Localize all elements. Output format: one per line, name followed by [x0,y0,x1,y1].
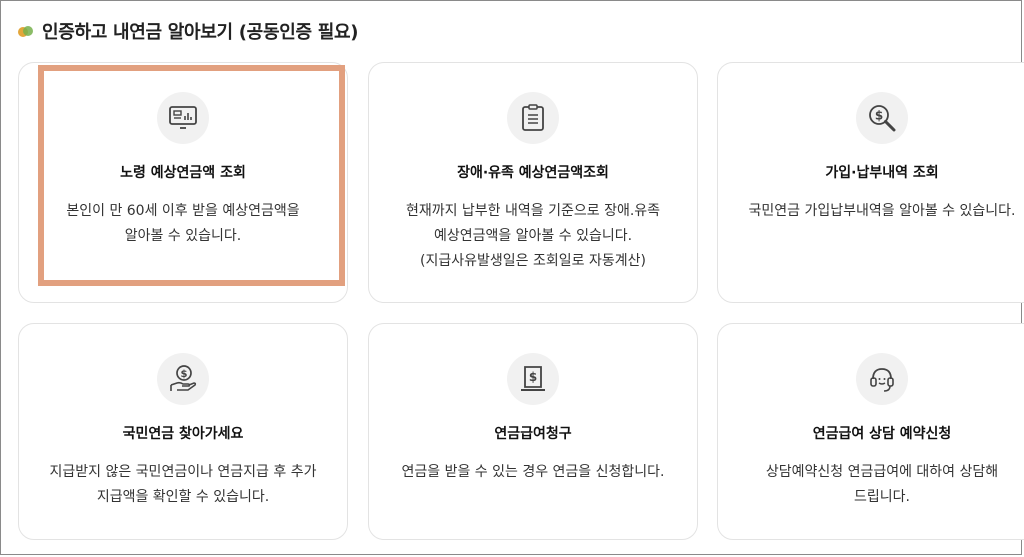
desc-line: 예상연금액을 알아볼 수 있습니다. [433,228,633,244]
desc-line: 지급액을 확인할 수 있습니다. [96,489,270,505]
desc-line: 알아볼 수 있습니다. [124,228,242,244]
section-header: 인증하고 내연금 알아보기 (공동인증 필요) [18,16,358,46]
svg-text:$: $ [529,370,537,384]
card-description: 지급받지 않은 국민연금이나 연금지급 후 추가 지급액을 확인할 수 있습니다… [19,460,347,510]
section-title: 인증하고 내연금 알아보기 (공동인증 필요) [42,22,359,43]
document-dollar-icon: $ [507,353,559,405]
headset-icon [856,353,908,405]
card-title: 국민연금 찾아가세요 [122,426,244,442]
card-title: 연금급여 상담 예약신청 [812,426,952,442]
card-title: 가입·납부내역 조회 [825,165,939,181]
card-enrollment-payment-history[interactable]: $ 가입·납부내역 조회 국민연금 가입납부내역을 알아볼 수 있습니다. [717,62,1024,303]
desc-line: 국민연금 가입납부내역을 알아볼 수 있습니다. [748,203,1016,219]
card-pension-claim[interactable]: $ 연금급여청구 연금을 받을 수 있는 경우 연금을 신청합니다. [368,323,698,540]
desc-line: 상담예약신청 연금급여에 대하여 상담해 [765,464,999,480]
card-description: 현재까지 납부한 내역을 기준으로 장애.유족 예상연금액을 알아볼 수 있습니… [369,199,697,274]
card-description: 본인이 만 60세 이후 받을 예상연금액을 알아볼 수 있습니다. [19,199,347,249]
card-title: 연금급여청구 [494,426,572,442]
card-title: 노령 예상연금액 조회 [120,165,246,181]
desc-line: 연금을 받을 수 있는 경우 연금을 신청합니다. [401,464,665,480]
svg-text:$: $ [875,109,883,123]
desc-line: (지급사유발생일은 조회일로 자동계산) [420,253,646,269]
card-find-pension[interactable]: $ 국민연금 찾아가세요 지급받지 않은 국민연금이나 연금지급 후 추가 지급… [18,323,348,540]
card-description: 상담예약신청 연금급여에 대하여 상담해 드립니다. [718,460,1024,510]
svg-text:$: $ [181,369,188,380]
card-description: 국민연금 가입납부내역을 알아볼 수 있습니다. [718,199,1024,224]
card-consultation-reservation[interactable]: 연금급여 상담 예약신청 상담예약신청 연금급여에 대하여 상담해 드립니다. [717,323,1024,540]
monitor-chart-icon [157,92,209,144]
dollar-search-icon: $ [856,92,908,144]
desc-line: 본인이 만 60세 이후 받을 예상연금액을 [66,203,300,219]
card-old-age-pension-estimate[interactable]: 노령 예상연금액 조회 본인이 만 60세 이후 받을 예상연금액을 알아볼 수… [18,62,348,303]
card-description: 연금을 받을 수 있는 경우 연금을 신청합니다. [369,460,697,485]
desc-line: 드립니다. [854,489,910,505]
clipboard-icon [507,92,559,144]
desc-line: 현재까지 납부한 내역을 기준으로 장애.유족 [405,203,661,219]
bullet-dot-icon [18,24,34,38]
card-disability-survivor-estimate[interactable]: 장애·유족 예상연금액조회 현재까지 납부한 내역을 기준으로 장애.유족 예상… [368,62,698,303]
hand-coin-icon: $ [157,353,209,405]
desc-line: 지급받지 않은 국민연금이나 연금지급 후 추가 [49,464,317,480]
card-title: 장애·유족 예상연금액조회 [457,165,609,181]
